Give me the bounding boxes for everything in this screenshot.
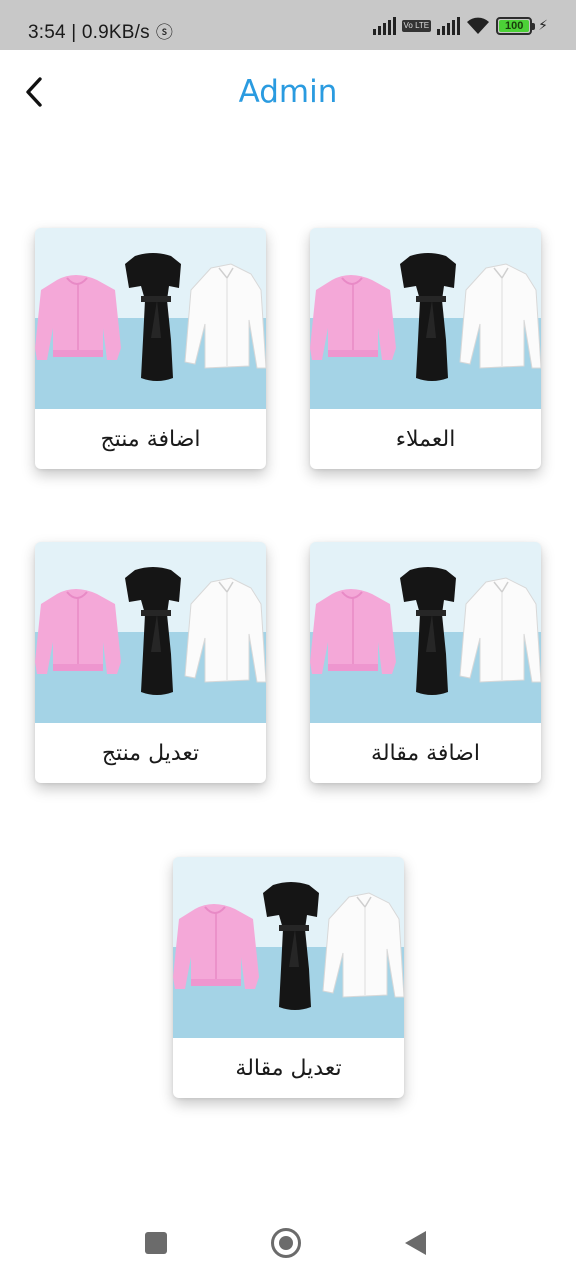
clothes-image bbox=[310, 228, 541, 409]
storage-notification-icon: ⓢ bbox=[155, 23, 174, 42]
status-time-speed: 3:54 | 0.9KB/s ⓢ bbox=[28, 18, 173, 44]
card-add-product[interactable]: اضافة منتج bbox=[35, 228, 266, 469]
system-back-button[interactable] bbox=[405, 1231, 426, 1255]
page-title: Admin bbox=[238, 74, 338, 110]
battery-level: 100 bbox=[499, 20, 530, 32]
signal-icon bbox=[372, 17, 396, 35]
card-label: تعديل مقالة bbox=[235, 1055, 342, 1081]
volte-icon: Vo LTE bbox=[401, 20, 432, 32]
clothes-image bbox=[35, 542, 266, 723]
signal-icon-2 bbox=[437, 17, 461, 35]
card-add-article[interactable]: اضافة مقالة bbox=[310, 542, 541, 783]
card-label: اضافة منتج bbox=[100, 426, 201, 452]
recents-button[interactable] bbox=[145, 1232, 167, 1254]
clothes-image bbox=[35, 228, 266, 409]
home-button[interactable] bbox=[271, 1228, 301, 1258]
clothes-image bbox=[310, 542, 541, 723]
card-edit-article[interactable]: تعديل مقالة bbox=[173, 857, 404, 1098]
card-label: العملاء bbox=[395, 426, 456, 452]
clothes-image bbox=[173, 857, 404, 1038]
status-time-speed-text: 3:54 | 0.9KB/s bbox=[28, 22, 150, 43]
charging-icon: ⚡ bbox=[538, 18, 548, 34]
card-edit-product[interactable]: تعديل منتج bbox=[35, 542, 266, 783]
card-label: تعديل منتج bbox=[101, 740, 200, 766]
card-label: اضافة مقالة bbox=[371, 740, 480, 766]
system-nav-bar bbox=[0, 1208, 576, 1280]
card-customers[interactable]: العملاء bbox=[310, 228, 541, 469]
app-bar: Admin bbox=[0, 50, 576, 134]
battery-icon: 100 bbox=[496, 17, 536, 35]
status-bar: 3:54 | 0.9KB/s ⓢ Vo LTE 100 ⚡ bbox=[0, 0, 576, 50]
wifi-icon bbox=[467, 17, 490, 34]
status-icons: Vo LTE 100 ⚡ bbox=[372, 16, 548, 36]
